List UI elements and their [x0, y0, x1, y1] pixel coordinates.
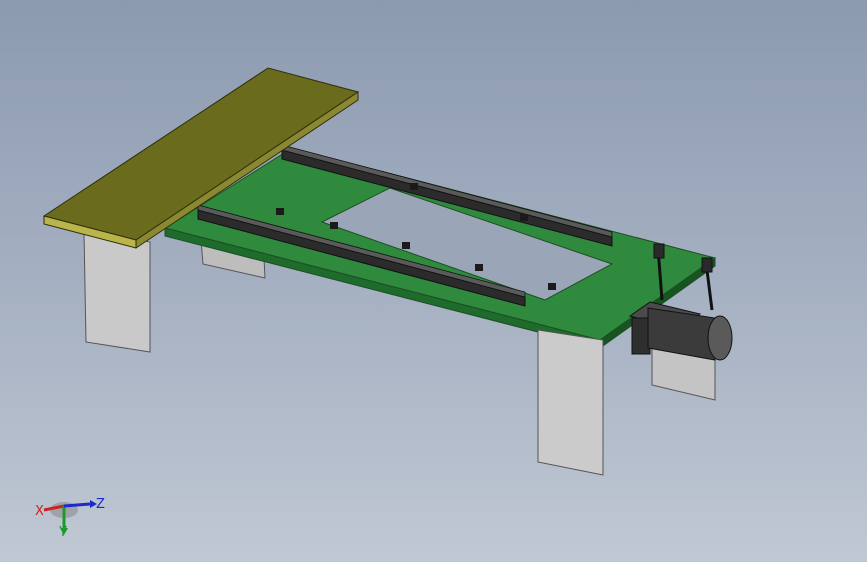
z-axis-arrow-icon [63, 502, 91, 508]
leg-front-left[interactable] [83, 231, 151, 353]
cad-viewport[interactable]: X Y Z [0, 0, 867, 562]
leg-front-right[interactable] [537, 329, 604, 476]
orientation-triad[interactable]: X Y Z [30, 488, 110, 538]
y-axis-label: Y [58, 525, 67, 538]
x-axis-label: X [35, 504, 44, 519]
z-axis-label: Z [96, 497, 105, 512]
machine-frame-model[interactable] [0, 0, 867, 562]
